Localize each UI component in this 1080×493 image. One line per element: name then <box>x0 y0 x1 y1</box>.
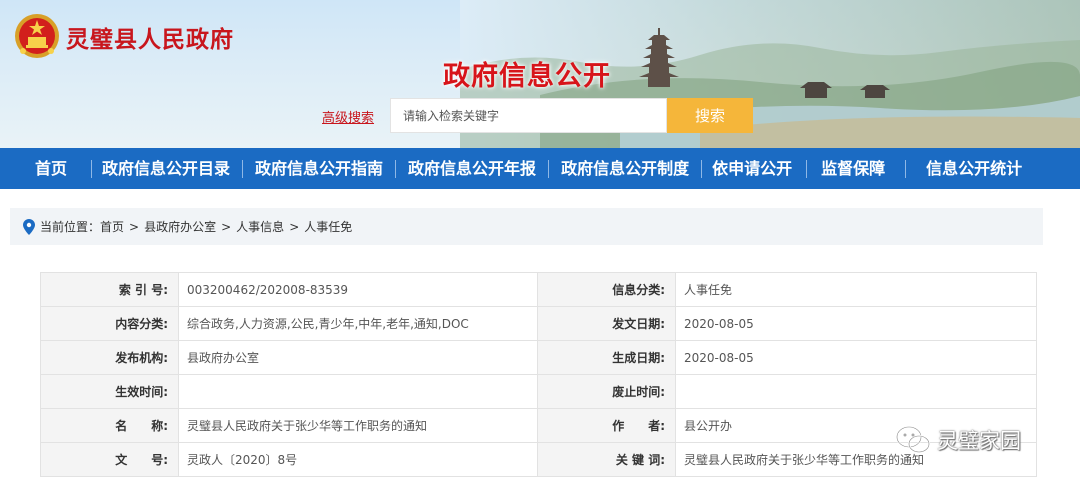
nav-divider <box>91 159 93 178</box>
header-banner: 灵璧县人民政府 政府信息公开 高级搜索 搜索 <box>0 0 1080 148</box>
table-row: 名 称: 灵璧县人民政府关于张少华等工作职务的通知 作 者: 县公开办 <box>40 408 1037 443</box>
value-document-number: 灵政人〔2020〕8号 <box>178 442 538 477</box>
table-row: 生效时间: 废止时间: <box>40 374 1037 409</box>
site-title: 灵璧县人民政府 <box>66 26 234 53</box>
advanced-search-link[interactable]: 高级搜索 <box>322 107 374 126</box>
main-nav: 首页 政府信息公开目录 政府信息公开指南 政府信息公开年报 政府信息公开制度 依… <box>0 148 1080 189</box>
value-effective-time <box>178 374 538 409</box>
watermark-text: 灵璧家园 <box>937 429 1021 453</box>
breadcrumb-home[interactable]: 首页 <box>100 218 124 235</box>
nav-item-home[interactable]: 首页 <box>35 148 67 189</box>
search-input[interactable] <box>390 98 667 133</box>
breadcrumb-separator: > <box>129 219 140 234</box>
value-publisher: 县政府办公室 <box>178 340 538 375</box>
value-issue-date: 2020-08-05 <box>675 306 1037 341</box>
label-publisher: 发布机构: <box>40 340 179 375</box>
nav-item-supervision[interactable]: 监督保障 <box>821 148 885 189</box>
table-row: 索 引 号: 003200462/202008-83539 信息分类: 人事任免 <box>40 272 1037 307</box>
label-author: 作 者: <box>537 408 676 443</box>
label-title: 名 称: <box>40 408 179 443</box>
nav-divider <box>548 159 550 178</box>
label-keywords: 关 键 词: <box>537 442 676 477</box>
breadcrumb-personnel[interactable]: 人事信息 <box>236 218 284 235</box>
value-title: 灵璧县人民政府关于张少华等工作职务的通知 <box>178 408 538 443</box>
label-created-date: 生成日期: <box>537 340 676 375</box>
search-button[interactable]: 搜索 <box>667 98 753 133</box>
document-info-table: 索 引 号: 003200462/202008-83539 信息分类: 人事任免… <box>40 272 1037 477</box>
value-info-category: 人事任免 <box>675 272 1037 307</box>
national-emblem-icon <box>15 14 59 58</box>
section-title: 政府信息公开 <box>443 61 611 92</box>
table-row: 内容分类: 综合政务,人力资源,公民,青少年,中年,老年,通知,DOC 发文日期… <box>40 306 1037 341</box>
label-info-category: 信息分类: <box>537 272 676 307</box>
nav-divider <box>905 159 907 178</box>
label-content-category: 内容分类: <box>40 306 179 341</box>
location-pin-icon <box>23 218 35 235</box>
nav-item-annual-report[interactable]: 政府信息公开年报 <box>408 148 536 189</box>
nav-divider <box>701 159 703 178</box>
nav-item-apply[interactable]: 依申请公开 <box>712 148 792 189</box>
breadcrumb-separator: > <box>289 219 300 234</box>
breadcrumb-prefix: 当前位置： <box>40 220 101 234</box>
value-content-category: 综合政务,人力资源,公民,青少年,中年,老年,通知,DOC <box>178 306 538 341</box>
label-expiry-time: 废止时间: <box>537 374 676 409</box>
breadcrumb-office[interactable]: 县政府办公室 <box>144 218 216 235</box>
value-created-date: 2020-08-05 <box>675 340 1037 375</box>
nav-divider <box>806 159 808 178</box>
nav-divider <box>395 159 397 178</box>
value-index-number: 003200462/202008-83539 <box>178 272 538 307</box>
label-effective-time: 生效时间: <box>40 374 179 409</box>
label-index-number: 索 引 号: <box>40 272 179 307</box>
nav-item-rules[interactable]: 政府信息公开制度 <box>561 148 689 189</box>
breadcrumb-separator: > <box>221 219 232 234</box>
nav-item-catalog[interactable]: 政府信息公开目录 <box>102 148 230 189</box>
nav-divider <box>242 159 244 178</box>
breadcrumb-appointment[interactable]: 人事任免 <box>304 218 352 235</box>
label-issue-date: 发文日期: <box>537 306 676 341</box>
nav-item-guide[interactable]: 政府信息公开指南 <box>255 148 383 189</box>
table-row: 发布机构: 县政府办公室 生成日期: 2020-08-05 <box>40 340 1037 375</box>
label-document-number: 文 号: <box>40 442 179 477</box>
watermark: 灵璧家园 <box>895 425 1021 455</box>
table-row: 文 号: 灵政人〔2020〕8号 关 键 词: 灵璧县人民政府关于张少华等工作职… <box>40 442 1037 477</box>
value-expiry-time <box>675 374 1037 409</box>
breadcrumb: 当前位置： 首页 > 县政府办公室 > 人事信息 > 人事任免 <box>10 208 1043 245</box>
nav-item-statistics[interactable]: 信息公开统计 <box>926 148 1022 189</box>
wechat-icon <box>896 426 930 453</box>
